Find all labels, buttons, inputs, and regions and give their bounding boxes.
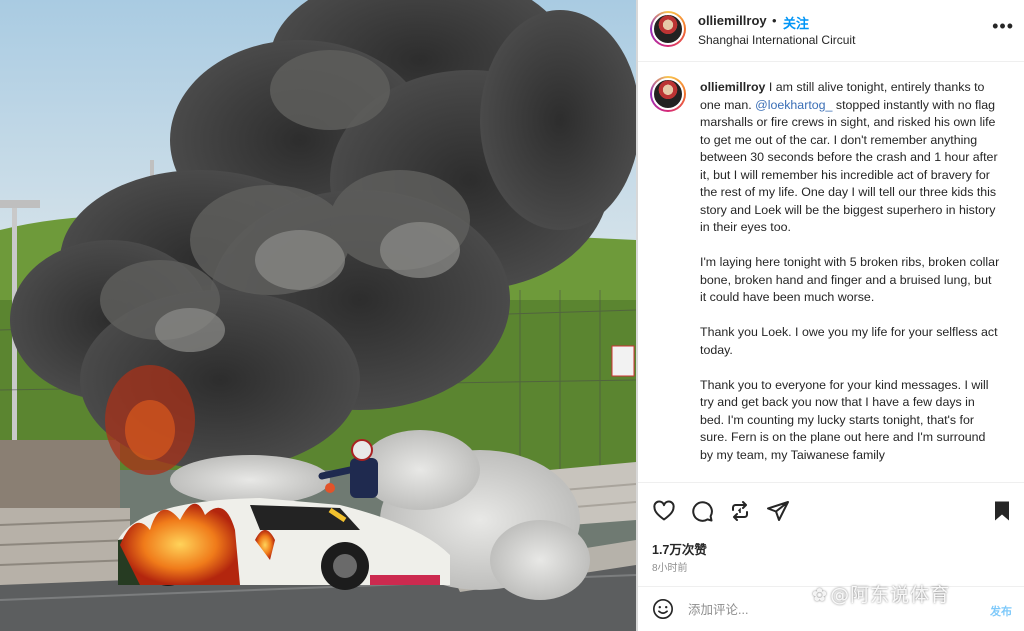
follow-button[interactable]: 关注 <box>783 13 809 32</box>
watermark-logo-icon: ✿ <box>812 585 829 606</box>
watermark-text: @阿东说体育 <box>830 584 951 606</box>
post-side-panel: olliemillroy • 关注 Shanghai International… <box>638 0 1024 631</box>
emoji-icon[interactable] <box>652 598 674 620</box>
post-comment-button[interactable]: 发布 <box>990 603 1012 619</box>
caption-paragraph-3: Thank you Loek. I owe you my life for yo… <box>700 325 998 357</box>
action-bar: 1.7万次赞 8小时前 <box>638 482 1024 586</box>
post-time[interactable]: 8小时前 <box>652 559 688 574</box>
post-header: olliemillroy • 关注 Shanghai International… <box>638 0 1024 62</box>
caption-text-after: stopped instantly with no flag marshalls… <box>700 97 998 235</box>
mention-link[interactable]: @loekhartog_ <box>755 98 832 112</box>
location-link[interactable]: Shanghai International Circuit <box>698 33 855 47</box>
heart-icon[interactable] <box>652 499 676 523</box>
caption-username[interactable]: olliemillroy <box>700 80 765 94</box>
avatar[interactable] <box>650 11 686 47</box>
caption-text: olliemillroy I am still alive tonight, e… <box>700 79 1000 482</box>
likes-count[interactable]: 1.7万次赞 <box>652 539 707 558</box>
caption-area: olliemillroy I am still alive tonight, e… <box>638 62 1024 482</box>
caption-paragraph-1: olliemillroy I am still alive tonight, e… <box>700 79 1000 237</box>
repost-icon[interactable] <box>728 499 752 523</box>
watermark: ✿ @阿东说体育 <box>812 580 950 607</box>
bookmark-icon[interactable] <box>990 499 1014 523</box>
comment-icon[interactable] <box>690 499 714 523</box>
separator-dot: • <box>772 13 777 28</box>
post-photo[interactable] <box>0 0 636 631</box>
more-options-icon[interactable]: ••• <box>992 17 1014 35</box>
caption-paragraph-2: I'm laying here tonight with 5 broken ri… <box>700 255 1000 304</box>
share-icon[interactable] <box>766 499 790 523</box>
caption-paragraph-4: Thank you to everyone for your kind mess… <box>700 377 989 462</box>
caption-avatar[interactable] <box>650 76 686 112</box>
race-car-fire-photo <box>0 0 636 631</box>
header-username[interactable]: olliemillroy <box>698 13 767 28</box>
